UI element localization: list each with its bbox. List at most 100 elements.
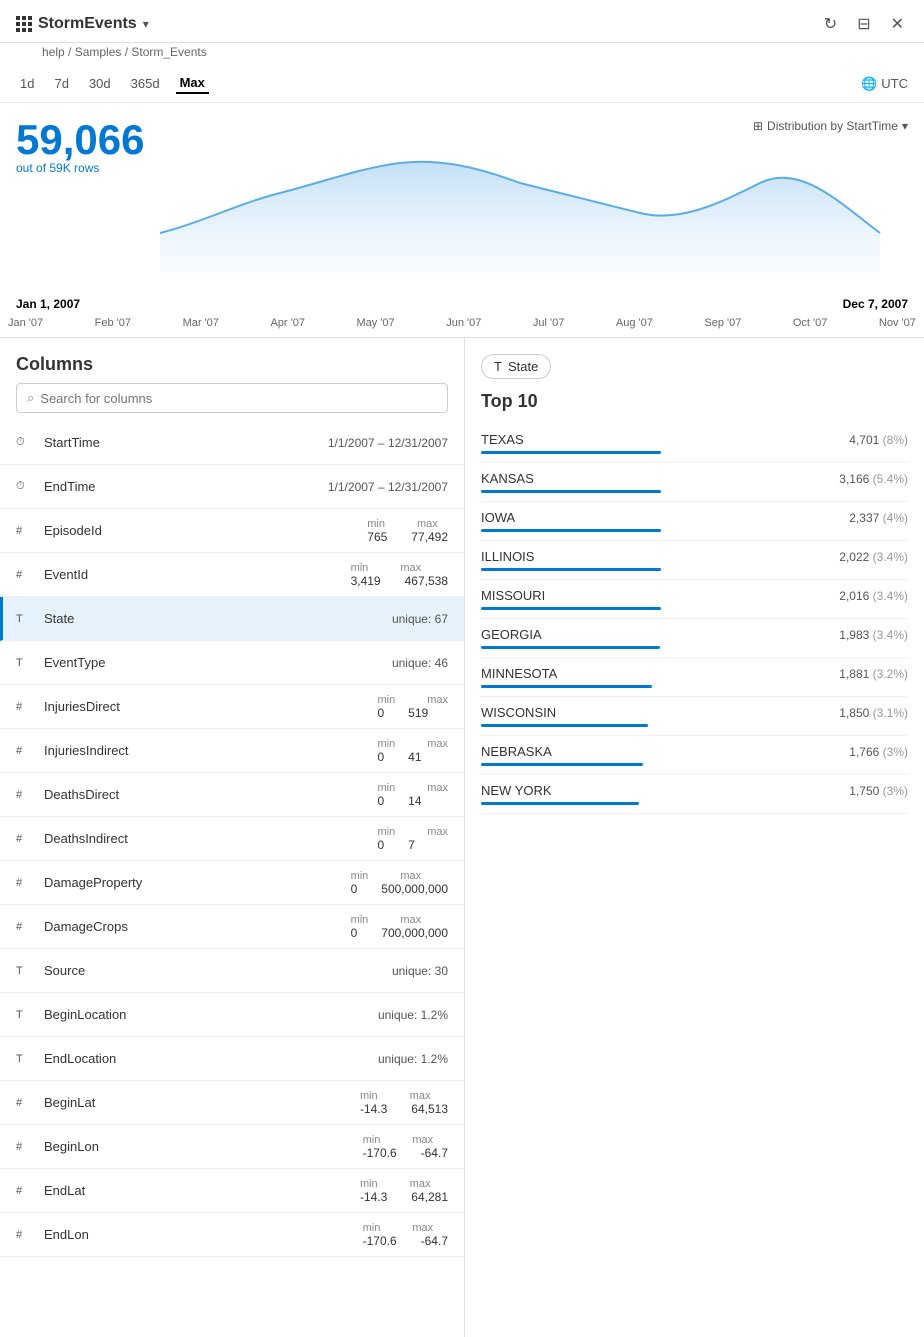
col-meta: unique: 30 — [392, 964, 448, 978]
column-row[interactable]: ⏱ EndTime 1/1/2007 – 12/31/2007 — [0, 465, 464, 509]
col-meta: 1/1/2007 – 12/31/2007 — [328, 480, 448, 494]
list-item: KANSAS 3,166 (5.4%) — [481, 463, 908, 502]
col-meta: unique: 1.2% — [378, 1008, 448, 1022]
top10-name: MISSOURI — [481, 588, 545, 603]
state-tag[interactable]: T State — [481, 354, 551, 379]
time-range-bar: 1d 7d 30d 365d Max 🌐 UTC — [0, 65, 924, 103]
time-7d[interactable]: 7d — [50, 73, 72, 94]
top10-name: GEORGIA — [481, 627, 542, 642]
top10-bar — [481, 646, 660, 649]
col-meta: minmax 76577,492 — [367, 518, 448, 544]
col-meta: 1/1/2007 – 12/31/2007 — [328, 436, 448, 450]
col-type-icon: # — [16, 745, 36, 757]
col-name: StartTime — [44, 435, 328, 450]
axis-oct: Oct '07 — [793, 317, 828, 329]
column-row[interactable]: T EventType unique: 46 — [0, 641, 464, 685]
globe-icon: 🌐 — [861, 76, 877, 92]
col-type-icon: T — [16, 657, 36, 669]
col-name: EventId — [44, 567, 351, 582]
col-name: EndLon — [44, 1227, 363, 1242]
top10-name: NEW YORK — [481, 783, 552, 798]
col-type-icon: ⏱ — [16, 480, 36, 493]
grid-icon — [16, 16, 32, 32]
search-container: ⌕ — [0, 383, 464, 421]
column-row[interactable]: T Source unique: 30 — [0, 949, 464, 993]
column-row[interactable]: # EpisodeId minmax 76577,492 — [0, 509, 464, 553]
list-item: WISCONSIN 1,850 (3.1%) — [481, 697, 908, 736]
time-1d[interactable]: 1d — [16, 73, 38, 94]
axis-feb: Feb '07 — [95, 317, 131, 329]
column-row[interactable]: T BeginLocation unique: 1.2% — [0, 993, 464, 1037]
col-type-icon: # — [16, 701, 36, 713]
top10-item-header: ILLINOIS 2,022 (3.4%) — [481, 549, 908, 564]
list-item: NEBRASKA 1,766 (3%) — [481, 736, 908, 775]
column-row[interactable]: # InjuriesIndirect minmax 041 — [0, 729, 464, 773]
right-panel: T State Top 10 TEXAS 4,701 (8%) KANSAS 3… — [465, 338, 924, 1337]
col-name: BeginLat — [44, 1095, 360, 1110]
column-row[interactable]: # DamageProperty minmax 0500,000,000 — [0, 861, 464, 905]
col-meta: minmax 0500,000,000 — [351, 870, 448, 896]
top10-value: 1,766 (3%) — [849, 745, 908, 759]
time-max[interactable]: Max — [176, 73, 209, 94]
close-button[interactable]: ✕ — [887, 10, 908, 38]
top10-bar — [481, 685, 652, 688]
axis-mar: Mar '07 — [183, 317, 219, 329]
column-row[interactable]: # BeginLat minmax -14.364,513 — [0, 1081, 464, 1125]
time-30d[interactable]: 30d — [85, 73, 115, 94]
col-type-icon: # — [16, 1185, 36, 1197]
top10-item-header: WISCONSIN 1,850 (3.1%) — [481, 705, 908, 720]
column-row[interactable]: # InjuriesDirect minmax 0519 — [0, 685, 464, 729]
column-row[interactable]: # EndLon minmax -170.6-64.7 — [0, 1213, 464, 1257]
col-name: BeginLon — [44, 1139, 363, 1154]
col-type-icon: # — [16, 833, 36, 845]
top10-item-header: IOWA 2,337 (4%) — [481, 510, 908, 525]
col-name: State — [44, 611, 392, 626]
col-type-icon: # — [16, 1229, 36, 1241]
col-name: InjuriesDirect — [44, 699, 377, 714]
column-row[interactable]: ⏱ StartTime 1/1/2007 – 12/31/2007 — [0, 421, 464, 465]
top10-item-header: KANSAS 3,166 (5.4%) — [481, 471, 908, 486]
breadcrumb: help / Samples / Storm_Events — [0, 43, 924, 65]
col-type-icon: T — [16, 965, 36, 977]
top10-value: 2,022 (3.4%) — [839, 550, 908, 564]
column-row[interactable]: T EndLocation unique: 1.2% — [0, 1037, 464, 1081]
list-item: IOWA 2,337 (4%) — [481, 502, 908, 541]
columns-header: Columns — [0, 338, 464, 383]
top10-item-header: TEXAS 4,701 (8%) — [481, 432, 908, 447]
col-type-icon: T — [16, 613, 36, 625]
col-name: EventType — [44, 655, 392, 670]
split-button[interactable]: ⊟ — [853, 10, 874, 38]
axis-jun: Jun '07 — [446, 317, 481, 329]
col-meta: minmax 014 — [377, 782, 448, 808]
col-meta: unique: 46 — [392, 656, 448, 670]
top10-item-header: GEORGIA 1,983 (3.4%) — [481, 627, 908, 642]
col-type-icon: T — [16, 1009, 36, 1021]
timezone-button[interactable]: 🌐 UTC — [861, 76, 908, 92]
top10-name: TEXAS — [481, 432, 524, 447]
refresh-button[interactable]: ↻ — [820, 10, 841, 38]
column-row[interactable]: # DeathsIndirect minmax 07 — [0, 817, 464, 861]
header: StormEvents ▾ ↻ ⊟ ✕ — [0, 0, 924, 43]
column-row[interactable]: T State unique: 67 — [0, 597, 464, 641]
column-row[interactable]: # DeathsDirect minmax 014 — [0, 773, 464, 817]
col-type-icon: # — [16, 877, 36, 889]
search-input-wrap[interactable]: ⌕ — [16, 383, 448, 413]
column-row[interactable]: # EventId minmax 3,419467,538 — [0, 553, 464, 597]
top10-header: Top 10 — [481, 391, 908, 412]
column-row[interactable]: # EndLat minmax -14.364,281 — [0, 1169, 464, 1213]
search-input[interactable] — [40, 391, 437, 406]
top10-item-header: NEW YORK 1,750 (3%) — [481, 783, 908, 798]
top10-name: IOWA — [481, 510, 515, 525]
title-area: StormEvents ▾ — [16, 15, 149, 33]
app-title: StormEvents — [38, 15, 137, 33]
col-name: InjuriesIndirect — [44, 743, 377, 758]
col-type-icon: # — [16, 525, 36, 537]
top10-name: KANSAS — [481, 471, 534, 486]
date-end: Dec 7, 2007 — [843, 297, 908, 311]
column-row[interactable]: # DamageCrops minmax 0700,000,000 — [0, 905, 464, 949]
title-chevron[interactable]: ▾ — [143, 17, 149, 31]
top10-bar — [481, 490, 661, 493]
column-row[interactable]: # BeginLon minmax -170.6-64.7 — [0, 1125, 464, 1169]
time-365d[interactable]: 365d — [127, 73, 164, 94]
top10-bar — [481, 802, 639, 805]
